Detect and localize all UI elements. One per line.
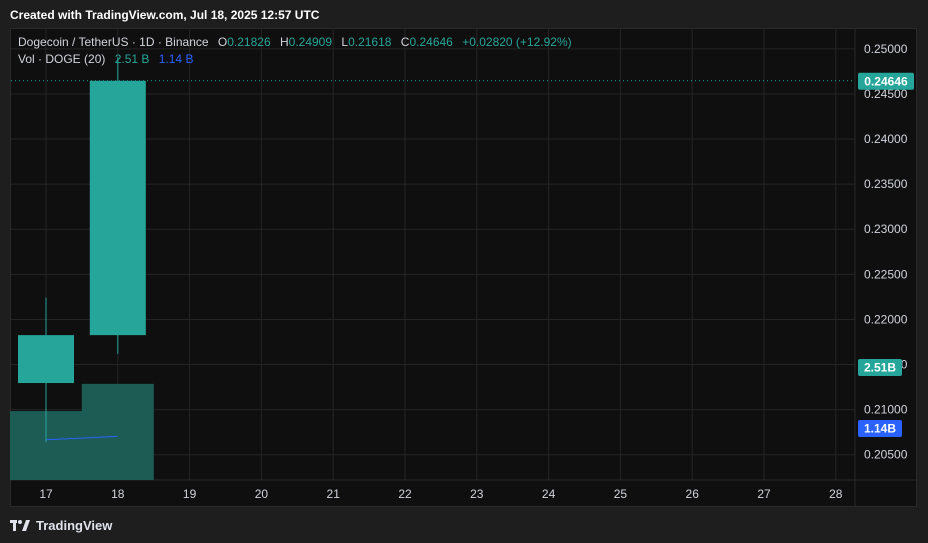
brand-name: TradingView [36,518,113,533]
y-tick-label: 0.23000 [864,222,908,236]
close-value: 0.24646 [409,35,453,49]
change-value: +0.02820 (+12.92%) [462,35,572,49]
x-tick-label: 27 [757,487,771,501]
y-tick-label: 0.24000 [864,132,908,146]
bottom-bar: TradingView [0,507,928,543]
x-tick-label: 24 [542,487,556,501]
y-tick-label: 0.22500 [864,267,908,281]
candle-body [18,335,74,384]
last-price-badge: 0.24646 [864,74,908,88]
volume-bar [81,383,154,480]
volume-ma-value: 1.14 B [158,52,194,66]
x-tick-label: 26 [686,487,700,501]
x-tick-label: 28 [829,487,843,501]
x-tick-label: 21 [327,487,341,501]
volume-ma-badge: 1.14B [864,422,896,436]
x-tick-label: 17 [39,487,53,501]
chart-legend: Dogecoin / TetherUS · 1D · Binance O0.21… [18,35,572,66]
volume-badge: 2.51B [864,361,896,375]
price-chart[interactable]: 0.205000.210000.215000.220000.225000.230… [0,0,928,543]
open-value: 0.21826 [227,35,271,49]
y-tick-label: 0.20500 [864,448,908,462]
open-label: O [217,35,228,49]
low-value: 0.21618 [348,35,392,49]
volume-label[interactable]: Vol · DOGE (20) [18,52,105,66]
y-tick-label: 0.21000 [864,403,908,417]
y-tick-label: 0.23500 [864,177,908,191]
high-value: 0.24909 [288,35,333,49]
x-tick-label: 19 [183,487,197,501]
symbol-title[interactable]: Dogecoin / TetherUS · 1D · Binance [18,35,209,49]
x-tick-label: 20 [255,487,269,501]
x-tick-label: 18 [111,487,125,501]
x-tick-label: 23 [470,487,484,501]
high-label: H [279,35,289,49]
volume-value: 2.51 B [114,52,150,66]
tradingview-logo-icon [10,519,30,531]
tradingview-logo[interactable]: TradingView [10,518,112,533]
y-tick-label: 0.22000 [864,312,908,326]
x-tick-label: 22 [398,487,412,501]
candle-body [89,80,146,336]
y-tick-label: 0.25000 [864,42,908,56]
x-tick-label: 25 [614,487,628,501]
